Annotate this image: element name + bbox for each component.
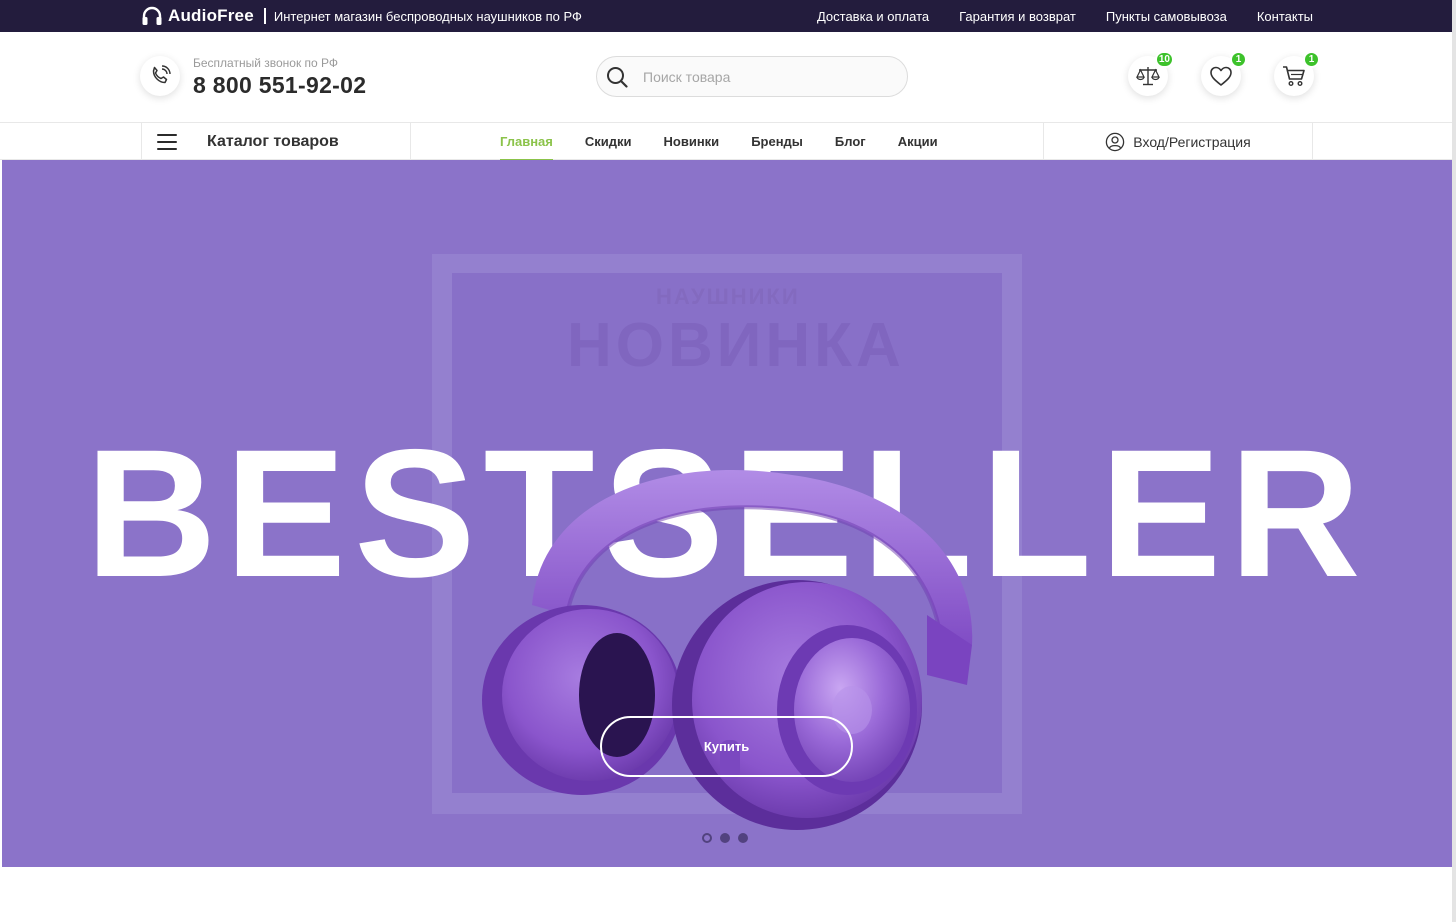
catalog-button[interactable]: Каталог товаров [141, 123, 411, 160]
user-icon [1105, 132, 1125, 152]
main-nav: Главная Скидки Новинки Бренды Блог Акции [484, 123, 954, 161]
slider-dots [702, 833, 748, 843]
top-link-delivery[interactable]: Доставка и оплата [817, 9, 929, 24]
brand-logo[interactable]: AudioFree Интернет магазин беспроводных … [140, 5, 582, 27]
heart-icon [1210, 66, 1232, 86]
cart-count-badge: 1 [1303, 51, 1320, 68]
nav-item-new[interactable]: Новинки [648, 123, 736, 160]
top-link-contacts[interactable]: Контакты [1257, 9, 1313, 24]
slider-dot-1[interactable] [702, 833, 712, 843]
nav-item-discounts[interactable]: Скидки [569, 123, 648, 160]
login-button[interactable]: Вход/Регистрация [1043, 123, 1313, 160]
search-input[interactable] [643, 68, 883, 85]
search-box [596, 56, 908, 97]
slider-dot-2[interactable] [720, 833, 730, 843]
search-icon[interactable] [605, 65, 629, 89]
phone-call-button[interactable] [140, 56, 180, 96]
wishlist-count-badge: 1 [1230, 51, 1247, 68]
scales-icon [1136, 67, 1160, 86]
brand-divider [263, 8, 266, 24]
header: Бесплатный звонок по РФ 8 800 551-92-02 … [0, 32, 1456, 122]
phone-number[interactable]: 8 800 551-92-02 [193, 72, 366, 99]
slider-dot-3[interactable] [738, 833, 748, 843]
hero-banner: НАУШНИКИ НОВИНКА BESTSELLER Купить [2, 160, 1452, 867]
nav-item-home[interactable]: Главная [484, 123, 569, 161]
wishlist-button[interactable]: 1 [1201, 51, 1247, 96]
nav-item-brands[interactable]: Бренды [735, 123, 819, 160]
compare-button[interactable]: 10 [1128, 51, 1174, 96]
brand-tagline: Интернет магазин беспроводных наушников … [273, 8, 582, 24]
buy-button[interactable]: Купить [600, 716, 853, 777]
nav-item-blog[interactable]: Блог [819, 123, 882, 160]
compare-count-badge: 10 [1154, 51, 1174, 68]
top-nav: Доставка и оплата Гарантия и возврат Пун… [817, 0, 1313, 32]
main-nav-bar: Каталог товаров Главная Скидки Новинки Б… [0, 122, 1456, 161]
headphones-icon [140, 5, 164, 27]
cart-button[interactable]: 1 [1274, 51, 1320, 96]
cart-icon [1283, 66, 1305, 87]
top-link-pickup[interactable]: Пункты самовывоза [1106, 9, 1227, 24]
page-scroll-edge [1452, 0, 1456, 922]
nav-item-promotions[interactable]: Акции [882, 123, 954, 160]
top-link-warranty[interactable]: Гарантия и возврат [959, 9, 1076, 24]
top-bar: AudioFree Интернет магазин беспроводных … [0, 0, 1456, 32]
catalog-label: Каталог товаров [207, 132, 339, 150]
phone-icon [152, 65, 171, 84]
menu-icon [157, 133, 177, 150]
brand-name: AudioFree [168, 6, 254, 25]
hero-ghost-caption: НАУШНИКИ [656, 284, 800, 309]
phone-caption: Бесплатный звонок по РФ [193, 56, 339, 70]
login-label: Вход/Регистрация [1133, 133, 1251, 150]
